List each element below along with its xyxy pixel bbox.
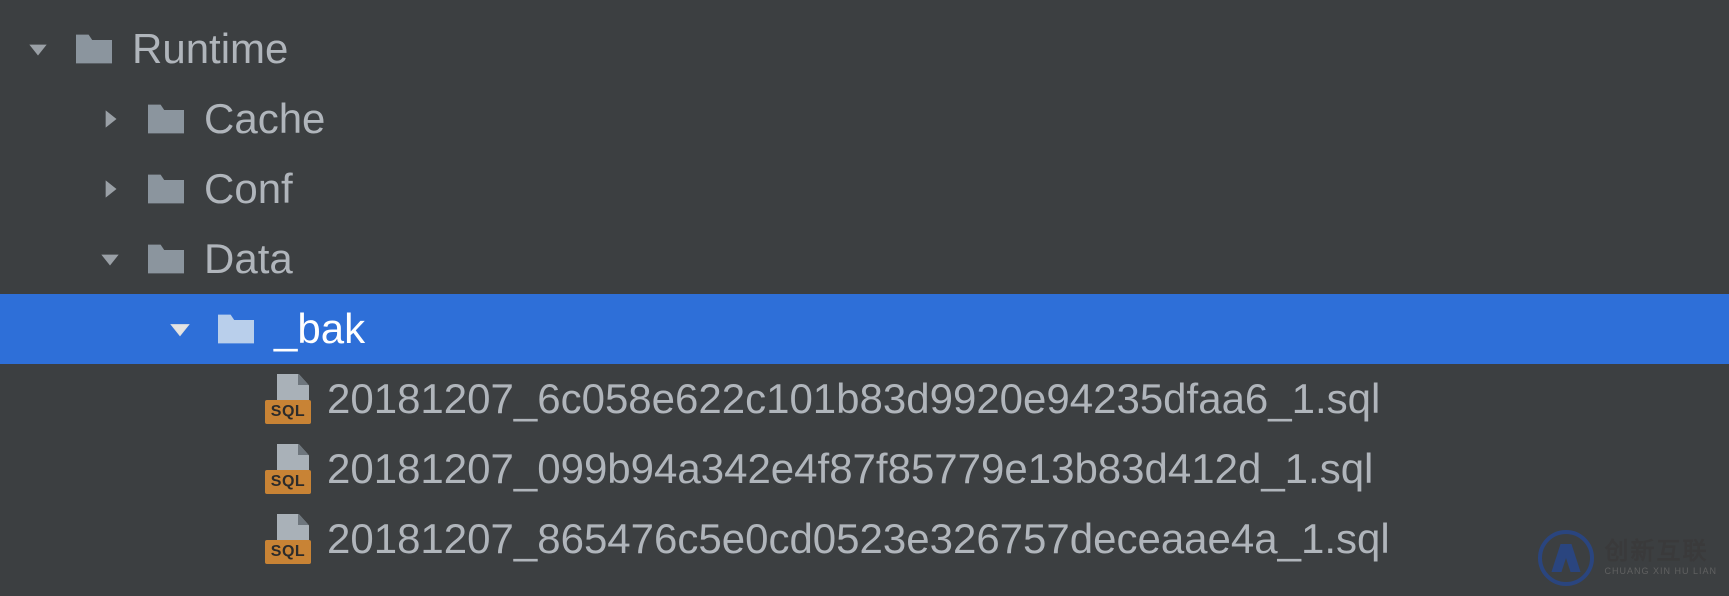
chevron-down-icon[interactable] xyxy=(18,29,58,69)
tree-folder-data[interactable]: Data xyxy=(0,224,1729,294)
folder-label: Cache xyxy=(204,95,325,143)
tree-folder-cache[interactable]: Cache xyxy=(0,84,1729,154)
folder-label: Data xyxy=(204,235,293,283)
chevron-right-icon[interactable] xyxy=(90,169,130,209)
chevron-down-icon[interactable] xyxy=(90,239,130,279)
file-label: 20181207_099b94a342e4f87f85779e13b83d412… xyxy=(327,445,1373,493)
chevron-right-icon[interactable] xyxy=(90,99,130,139)
folder-label: Runtime xyxy=(132,25,288,73)
chevron-down-icon[interactable] xyxy=(160,309,200,349)
folder-icon xyxy=(72,31,116,67)
folder-icon xyxy=(144,171,188,207)
tree-file[interactable]: SQL 20181207_865476c5e0cd0523e326757dece… xyxy=(0,504,1729,574)
tree-folder-conf[interactable]: Conf xyxy=(0,154,1729,224)
sql-file-icon: SQL xyxy=(265,514,311,564)
project-tree: Runtime Cache Conf Data _bak xyxy=(0,0,1729,574)
tree-folder-runtime[interactable]: Runtime xyxy=(0,14,1729,84)
tree-file[interactable]: SQL 20181207_6c058e622c101b83d9920e94235… xyxy=(0,364,1729,434)
watermark: 创新互联 CHUANG XIN HU LIAN xyxy=(1538,530,1717,586)
folder-icon xyxy=(144,241,188,277)
folder-label: Conf xyxy=(204,165,293,213)
folder-label: _bak xyxy=(274,305,365,353)
watermark-logo-icon xyxy=(1538,530,1594,586)
sql-file-icon: SQL xyxy=(265,374,311,424)
sql-file-icon: SQL xyxy=(265,444,311,494)
watermark-subtext: CHUANG XIN HU LIAN xyxy=(1604,567,1717,576)
tree-folder-bak[interactable]: _bak xyxy=(0,294,1729,364)
folder-icon xyxy=(214,311,258,347)
tree-file[interactable]: SQL 20181207_099b94a342e4f87f85779e13b83… xyxy=(0,434,1729,504)
watermark-text: 创新互联 xyxy=(1604,540,1717,564)
file-label: 20181207_865476c5e0cd0523e326757deceaae4… xyxy=(327,515,1390,563)
file-label: 20181207_6c058e622c101b83d9920e94235dfaa… xyxy=(327,375,1380,423)
folder-icon xyxy=(144,101,188,137)
